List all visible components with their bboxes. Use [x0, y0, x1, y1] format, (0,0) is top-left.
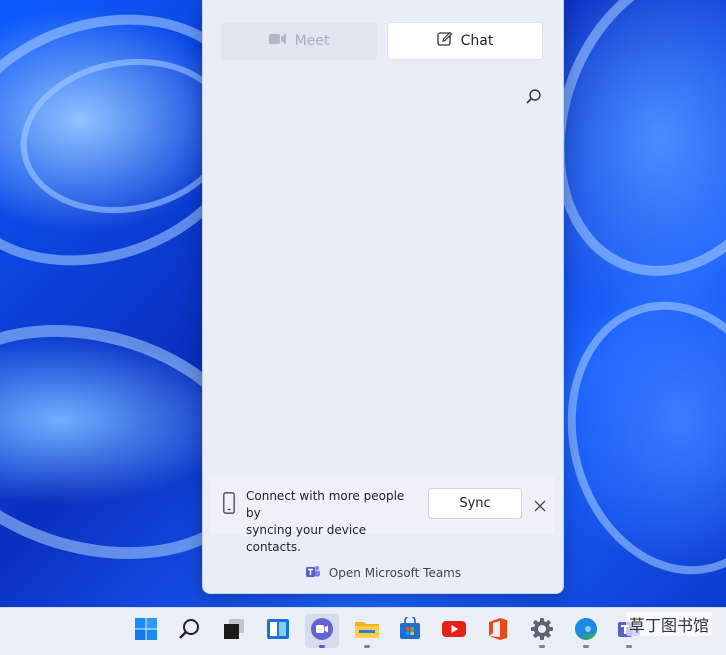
start-button[interactable] [129, 614, 163, 648]
sync-message: Connect with more people by syncing your… [246, 488, 418, 556]
close-icon[interactable] [534, 497, 546, 512]
office-icon [486, 617, 510, 645]
youtube-button[interactable] [437, 614, 471, 648]
sync-contacts-card: Connect with more people by syncing your… [209, 476, 555, 554]
taskbar-search-button[interactable] [173, 614, 207, 648]
open-teams-label: Open Microsoft Teams [328, 566, 462, 580]
windows-logo-icon [134, 617, 158, 645]
edge-button[interactable] [569, 614, 603, 648]
running-indicator [539, 645, 545, 648]
running-indicator [364, 645, 370, 648]
running-indicator [626, 645, 632, 648]
settings-button[interactable] [525, 614, 559, 648]
watermark: 草丁图书馆 [626, 612, 713, 636]
file-explorer-button[interactable] [350, 614, 384, 648]
active-indicator [319, 645, 325, 648]
taskbar [0, 607, 726, 655]
task-view-button[interactable] [217, 614, 251, 648]
teams-chat-taskbar-button[interactable] [305, 614, 339, 648]
search-icon[interactable] [525, 88, 543, 106]
sync-message-line2: syncing your device contacts. [246, 523, 367, 554]
video-camera-icon [268, 33, 287, 49]
microsoft-store-button[interactable] [393, 614, 427, 648]
youtube-icon [441, 619, 467, 643]
teams-icon [305, 565, 321, 582]
teams-chat-icon [310, 617, 334, 645]
phone-icon [223, 492, 235, 518]
task-view-icon [222, 617, 246, 645]
chat-button[interactable]: Chat [387, 22, 543, 60]
meet-label: Meet [294, 33, 330, 49]
compose-icon [436, 31, 453, 51]
chat-label: Chat [460, 33, 494, 49]
widgets-icon [266, 617, 290, 645]
search-icon [178, 617, 202, 645]
office-button[interactable] [481, 614, 515, 648]
open-microsoft-teams-link[interactable]: Open Microsoft Teams [203, 562, 563, 584]
sync-button[interactable]: Sync [428, 488, 522, 519]
widgets-button[interactable] [261, 614, 295, 648]
running-indicator [583, 645, 589, 648]
meet-button[interactable]: Meet [221, 22, 377, 60]
teams-chat-flyout: Meet Chat Connect with more people by sy… [202, 0, 564, 594]
gear-icon [530, 617, 554, 645]
file-explorer-icon [354, 617, 380, 645]
microsoft-store-icon [398, 615, 422, 645]
sync-message-line1: Connect with more people by [246, 489, 405, 520]
edge-icon [574, 617, 598, 645]
